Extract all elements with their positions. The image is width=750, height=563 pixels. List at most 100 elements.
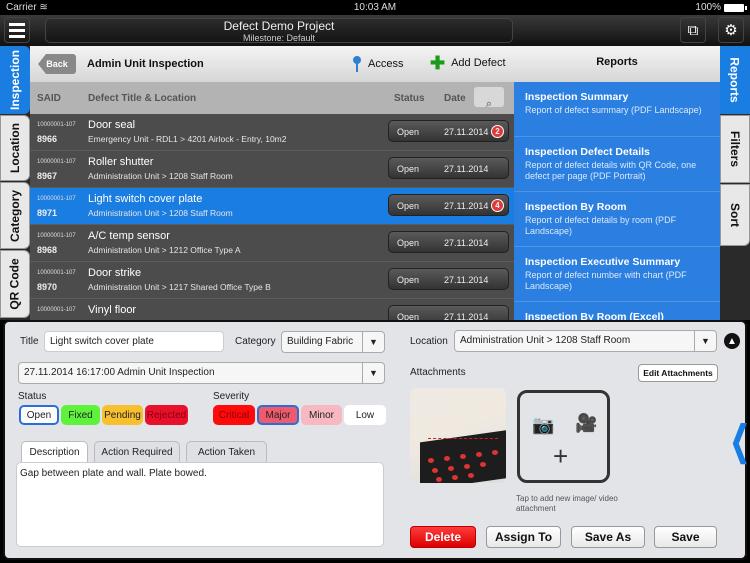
tab-location[interactable]: Location (0, 115, 30, 181)
date-text: 27.11.2014 (444, 238, 489, 248)
title-input[interactable]: Light switch cover plate (44, 331, 224, 352)
inspection-select[interactable]: 27.11.2014 16:17:00 Admin Unit Inspectio… (18, 362, 385, 384)
inspection-title: Admin Unit Inspection (87, 58, 204, 70)
edit-attachments-button[interactable]: Edit Attachments (638, 364, 718, 382)
severity-option-major[interactable]: Major (257, 405, 299, 425)
defect-title: Roller shutter (88, 156, 154, 168)
said-ref: 10000001-107 (37, 159, 76, 165)
severity-option-low[interactable]: Low (344, 405, 386, 425)
status-option-open[interactable]: Open (19, 405, 59, 425)
project-title[interactable]: Defect Demo Project Milestone: Default (45, 18, 513, 43)
description-textarea[interactable]: Gap between plate and wall. Plate bowed. (16, 462, 384, 547)
defect-title: Door strike (88, 267, 142, 279)
back-button[interactable]: Back (38, 54, 76, 74)
location-select[interactable]: Administration Unit > 1208 Staff Room ▼ (454, 330, 717, 352)
search-icon: ⌕ (485, 98, 493, 110)
col-status[interactable]: Status (394, 93, 425, 104)
report-item[interactable]: Inspection By Room Report of defect detai… (514, 192, 720, 247)
col-said[interactable]: SAID (37, 93, 61, 104)
said-ref: 10000001-107 (37, 122, 76, 128)
report-title: Inspection Defect Details (525, 146, 650, 158)
defect-list-panel: Back Admin Unit Inspection Access ✚ Add D… (30, 46, 514, 320)
battery-icon (724, 3, 747, 12)
defect-row[interactable]: 10000001-107 8968 A/C temp sensor Administr… (30, 225, 514, 262)
search-button[interactable]: ⌕ (474, 87, 504, 110)
col-date[interactable]: Date (444, 93, 466, 104)
save-button[interactable]: Save (654, 526, 717, 548)
report-item[interactable]: Inspection Summary Report of defect summa… (514, 82, 720, 137)
tab-reports[interactable]: Reports (720, 46, 750, 114)
defect-title: Light switch cover plate (88, 193, 203, 205)
defect-location: Emergency Unit - RDL1 > 4201 Airlock - E… (88, 134, 287, 144)
tab-category[interactable]: Category (0, 182, 30, 249)
status-pill[interactable]: Open 27.11.2014 (388, 305, 509, 320)
add-attachment-button[interactable]: 📷 🎥 + (517, 390, 610, 483)
menu-icon (9, 22, 25, 26)
external-window-icon: ⧉ (687, 21, 699, 39)
report-description: Report of defect summary (PDF Landscape) (525, 105, 702, 115)
status-pill[interactable]: Open 27.11.2014 (388, 268, 509, 290)
said-number: 8967 (37, 171, 58, 181)
report-description: Report of defect details by room (PDF La… (525, 215, 677, 236)
date-text: 27.11.2014 (444, 164, 489, 174)
save-as-button[interactable]: Save As (571, 526, 645, 548)
defect-rows: 10000001-107 8966 Door seal Emergency Unit … (30, 114, 514, 320)
chevron-left-icon[interactable]: ❮ (730, 418, 750, 464)
defect-location: Administration Unit > 1217 Shared Office… (88, 282, 271, 292)
tab-action-taken[interactable]: Action Taken (186, 441, 267, 463)
tab-inspection[interactable]: Inspection (0, 46, 30, 114)
tab-sort[interactable]: Sort (720, 184, 750, 246)
add-defect-button[interactable]: ✚ Add Defect (430, 54, 506, 72)
said-number: 8971 (37, 208, 58, 218)
tab-filters[interactable]: Filters (720, 115, 750, 183)
said-ref: 10000001-107 (37, 307, 76, 313)
status-option-rejected[interactable]: Rejected (145, 405, 188, 425)
report-title: Inspection By Room (525, 201, 627, 213)
report-title: Inspection By Room (Excel) (525, 311, 664, 320)
access-button[interactable]: Access (352, 56, 403, 72)
said-number: 8968 (37, 245, 58, 255)
status-text: Open (397, 201, 420, 211)
col-title[interactable]: Defect Title & Location (88, 93, 196, 104)
status-pill[interactable]: Open 27.11.2014 (388, 157, 509, 179)
date-text: 27.11.2014 (444, 312, 489, 320)
status-option-pending[interactable]: Pending (102, 405, 143, 425)
arrow-up-icon[interactable]: ▲ (724, 333, 740, 349)
report-description: Report of defect details with QR Code, o… (525, 160, 697, 181)
attachments-label: Attachments (410, 367, 466, 378)
status-pill[interactable]: Open 27.11.2014 (388, 231, 509, 253)
defect-row[interactable]: 10000001-107 Vinyl floor Open 27.11.2014 (30, 299, 514, 320)
external-window-button[interactable]: ⧉ (680, 17, 706, 43)
defect-row[interactable]: 10000001-107 8971 Light switch cover plate… (30, 188, 514, 225)
attachment-thumbnail[interactable] (410, 388, 506, 483)
status-pill[interactable]: Open 27.11.2014 4 (388, 194, 509, 216)
title-label: Title (20, 336, 39, 347)
status-label: Status (18, 391, 47, 402)
tab-action-required[interactable]: Action Required (94, 441, 180, 463)
menu-button[interactable] (4, 17, 30, 43)
status-option-fixed[interactable]: Fixed (61, 405, 100, 425)
milestone-label: Milestone: Default (242, 33, 316, 43)
assign-to-button[interactable]: Assign To (486, 526, 561, 548)
date-text: 27.11.2014 (444, 127, 489, 137)
report-item[interactable]: Inspection Executive Summary Report of de… (514, 247, 720, 302)
defect-location: Administration Unit > 1208 Staff Room (88, 208, 233, 218)
settings-button[interactable]: ⚙ (718, 17, 744, 43)
date-text: 27.11.2014 (444, 275, 489, 285)
location-label: Location (410, 336, 448, 347)
status-pill[interactable]: Open 27.11.2014 2 (388, 120, 509, 142)
report-item[interactable]: Inspection By Room (Excel) (514, 302, 720, 320)
defect-title: Vinyl floor (88, 304, 137, 316)
category-select[interactable]: Building Fabric ▼ (281, 331, 385, 353)
defect-row[interactable]: 10000001-107 8966 Door seal Emergency Unit … (30, 114, 514, 151)
clock: 10:03 AM (353, 2, 397, 13)
video-camera-icon: 🎥 (575, 413, 598, 433)
report-item[interactable]: Inspection Defect Details Report of defec… (514, 137, 720, 192)
tab-qr-code[interactable]: QR Code (0, 250, 30, 318)
defect-row[interactable]: 10000001-107 8970 Door strike Administratio… (30, 262, 514, 299)
severity-option-critical[interactable]: Critical (213, 405, 255, 425)
tab-description[interactable]: Description (21, 441, 88, 463)
defect-row[interactable]: 10000001-107 8967 Roller shutter Administra… (30, 151, 514, 188)
severity-option-minor[interactable]: Minor (301, 405, 342, 425)
delete-button[interactable]: Delete (410, 526, 476, 548)
